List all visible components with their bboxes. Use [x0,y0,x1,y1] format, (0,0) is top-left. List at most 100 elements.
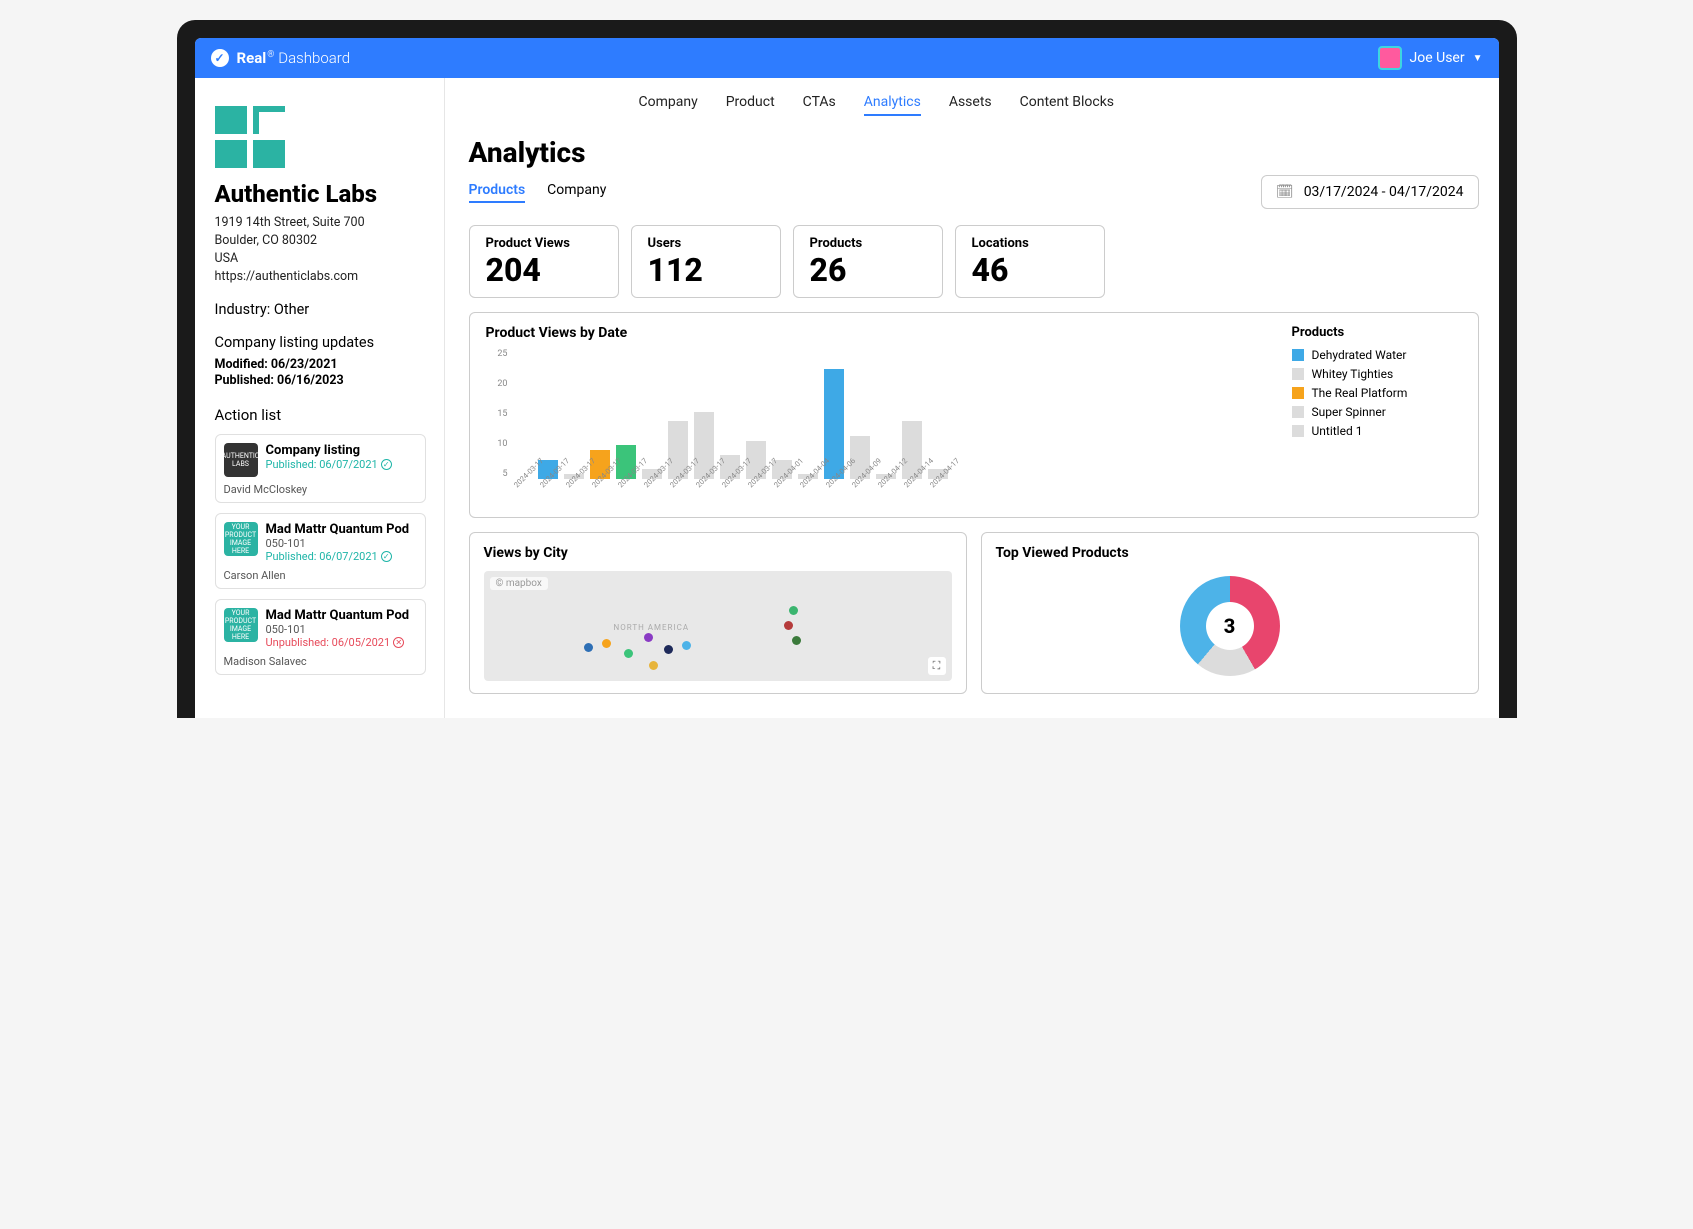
map-dot[interactable] [624,649,633,658]
topbar: ✓ Real®Dashboard Joe User ▼ [195,38,1499,78]
map-dot[interactable] [792,636,801,645]
metric-card: Products26 [793,225,943,298]
metric-label: Product Views [486,236,602,251]
thumbnail: YOUR PRODUCT IMAGE HERE [224,522,258,556]
page-title: Analytics [469,136,1479,169]
app-screen: ✓ Real®Dashboard Joe User ▼ Authentic La… [195,38,1499,718]
top-viewed-title: Top Viewed Products [996,545,1464,561]
action-list-title: Action list [215,406,426,424]
chevron-down-icon: ▼ [1473,53,1483,64]
legend-item: Dehydrated Water [1292,348,1462,362]
company-name: Authentic Labs [215,180,426,208]
y-axis: 252015105 [486,349,508,479]
nav-content-blocks[interactable]: Content Blocks [1020,90,1114,116]
chart-title: Product Views by Date [486,325,1272,341]
brand: ✓ Real®Dashboard [211,49,351,67]
metric-label: Products [810,236,926,251]
metric-card: Product Views204 [469,225,619,298]
sidebar: Authentic Labs 1919 14th Street, Suite 7… [195,78,445,718]
map-dot[interactable] [789,606,798,615]
action-status: Unpublished: 06/05/2021 ✕ [266,636,410,649]
brand-name: Real [237,49,267,67]
chart-legend: Products Dehydrated Water Whitey Tighties… [1292,325,1462,511]
legend-title: Products [1292,325,1462,340]
map-dot[interactable] [644,633,653,642]
user-menu[interactable]: Joe User ▼ [1378,46,1483,70]
subtab-company[interactable]: Company [547,182,606,203]
thumbnail: YOUR PRODUCT IMAGE HERE [224,608,258,642]
nav-product[interactable]: Product [726,90,775,116]
legend-item: The Real Platform [1292,386,1462,400]
action-sku: 050-101 [266,537,410,550]
map-dot[interactable] [682,641,691,650]
registered-mark: ® [267,50,274,60]
action-author: David McCloskey [224,483,417,496]
swatch [1292,387,1304,399]
swatch [1292,406,1304,418]
calendar-icon: 🗓 [1276,184,1294,200]
action-status: Published: 06/07/2021 ✓ [266,550,410,563]
nav-company[interactable]: Company [639,90,698,116]
action-title: Company listing [266,443,392,458]
nav-ctas[interactable]: CTAs [803,90,836,116]
fullscreen-icon[interactable]: ⛶ [928,657,946,675]
thumbnail: AUTHENTIC LABS [224,443,258,477]
swatch [1292,349,1304,361]
top-nav: Company Product CTAs Analytics Assets Content… [639,90,1479,116]
views-by-city-card: Views by City © mapbox NORTH AMERICA ⛶ [469,532,967,694]
swatch [1292,368,1304,380]
metric-value: 112 [648,251,764,289]
donut-chart: 3 [1180,576,1280,676]
action-card[interactable]: YOUR PRODUCT IMAGE HERE Mad Mattr Quantum… [215,513,426,589]
map-dot[interactable] [602,639,611,648]
map-attribution: © mapbox [490,577,548,590]
action-title: Mad Mattr Quantum Pod [266,522,410,537]
swatch [1292,425,1304,437]
main-content: Company Product CTAs Analytics Assets Content… [445,78,1499,718]
user-name: Joe User [1410,50,1465,66]
action-author: Carson Allen [224,569,417,582]
x-axis: 2024-03-172024-03-172024-03-172024-03-17… [486,483,1272,511]
nav-assets[interactable]: Assets [949,90,992,116]
map-dot[interactable] [784,621,793,630]
published-date: Published: 06/16/2023 [215,373,426,388]
metric-card: Locations46 [955,225,1105,298]
check-circle-icon: ✓ [211,49,229,67]
industry: Industry: Other [215,301,426,318]
metric-value: 26 [810,251,926,289]
region-label: NORTH AMERICA [614,623,690,632]
action-card[interactable]: YOUR PRODUCT IMAGE HERE Mad Mattr Quantum… [215,599,426,675]
map-dot[interactable] [649,661,658,670]
legend-item: Whitey Tighties [1292,367,1462,381]
metric-card: Users112 [631,225,781,298]
map[interactable]: © mapbox NORTH AMERICA ⛶ [484,571,952,681]
chart-card: Product Views by Date 252015105 2024-03-… [469,312,1479,518]
action-author: Madison Salavec [224,655,417,668]
metric-value: 204 [486,251,602,289]
metric-row: Product Views204Users112Products26Locati… [469,225,1479,298]
modified-date: Modified: 06/23/2021 [215,357,426,372]
laptop-frame: ✓ Real®Dashboard Joe User ▼ Authentic La… [177,20,1517,718]
metric-label: Users [648,236,764,251]
action-status: Published: 06/07/2021 ✓ [266,458,392,471]
nav-analytics[interactable]: Analytics [864,90,921,116]
avatar [1378,46,1402,70]
updates-title: Company listing updates [215,334,426,351]
action-card[interactable]: AUTHENTIC LABS Company listingPublished: … [215,434,426,503]
donut-center-value: 3 [1180,576,1280,676]
top-viewed-card: Top Viewed Products 3 [981,532,1479,694]
metric-value: 46 [972,251,1088,289]
subtabs: Products Company [469,182,607,203]
map-dot[interactable] [584,643,593,652]
action-sku: 050-101 [266,623,410,636]
subtab-products[interactable]: Products [469,182,526,203]
legend-item: Super Spinner [1292,405,1462,419]
company-address: 1919 14th Street, Suite 700 Boulder, CO … [215,214,426,287]
company-logo [215,106,285,168]
map-dot[interactable] [664,645,673,654]
date-range-value: 03/17/2024 - 04/17/2024 [1304,184,1464,200]
action-title: Mad Mattr Quantum Pod [266,608,410,623]
legend-item: Untitled 1 [1292,424,1462,438]
date-range-picker[interactable]: 🗓 03/17/2024 - 04/17/2024 [1261,175,1479,209]
views-by-city-title: Views by City [484,545,952,561]
